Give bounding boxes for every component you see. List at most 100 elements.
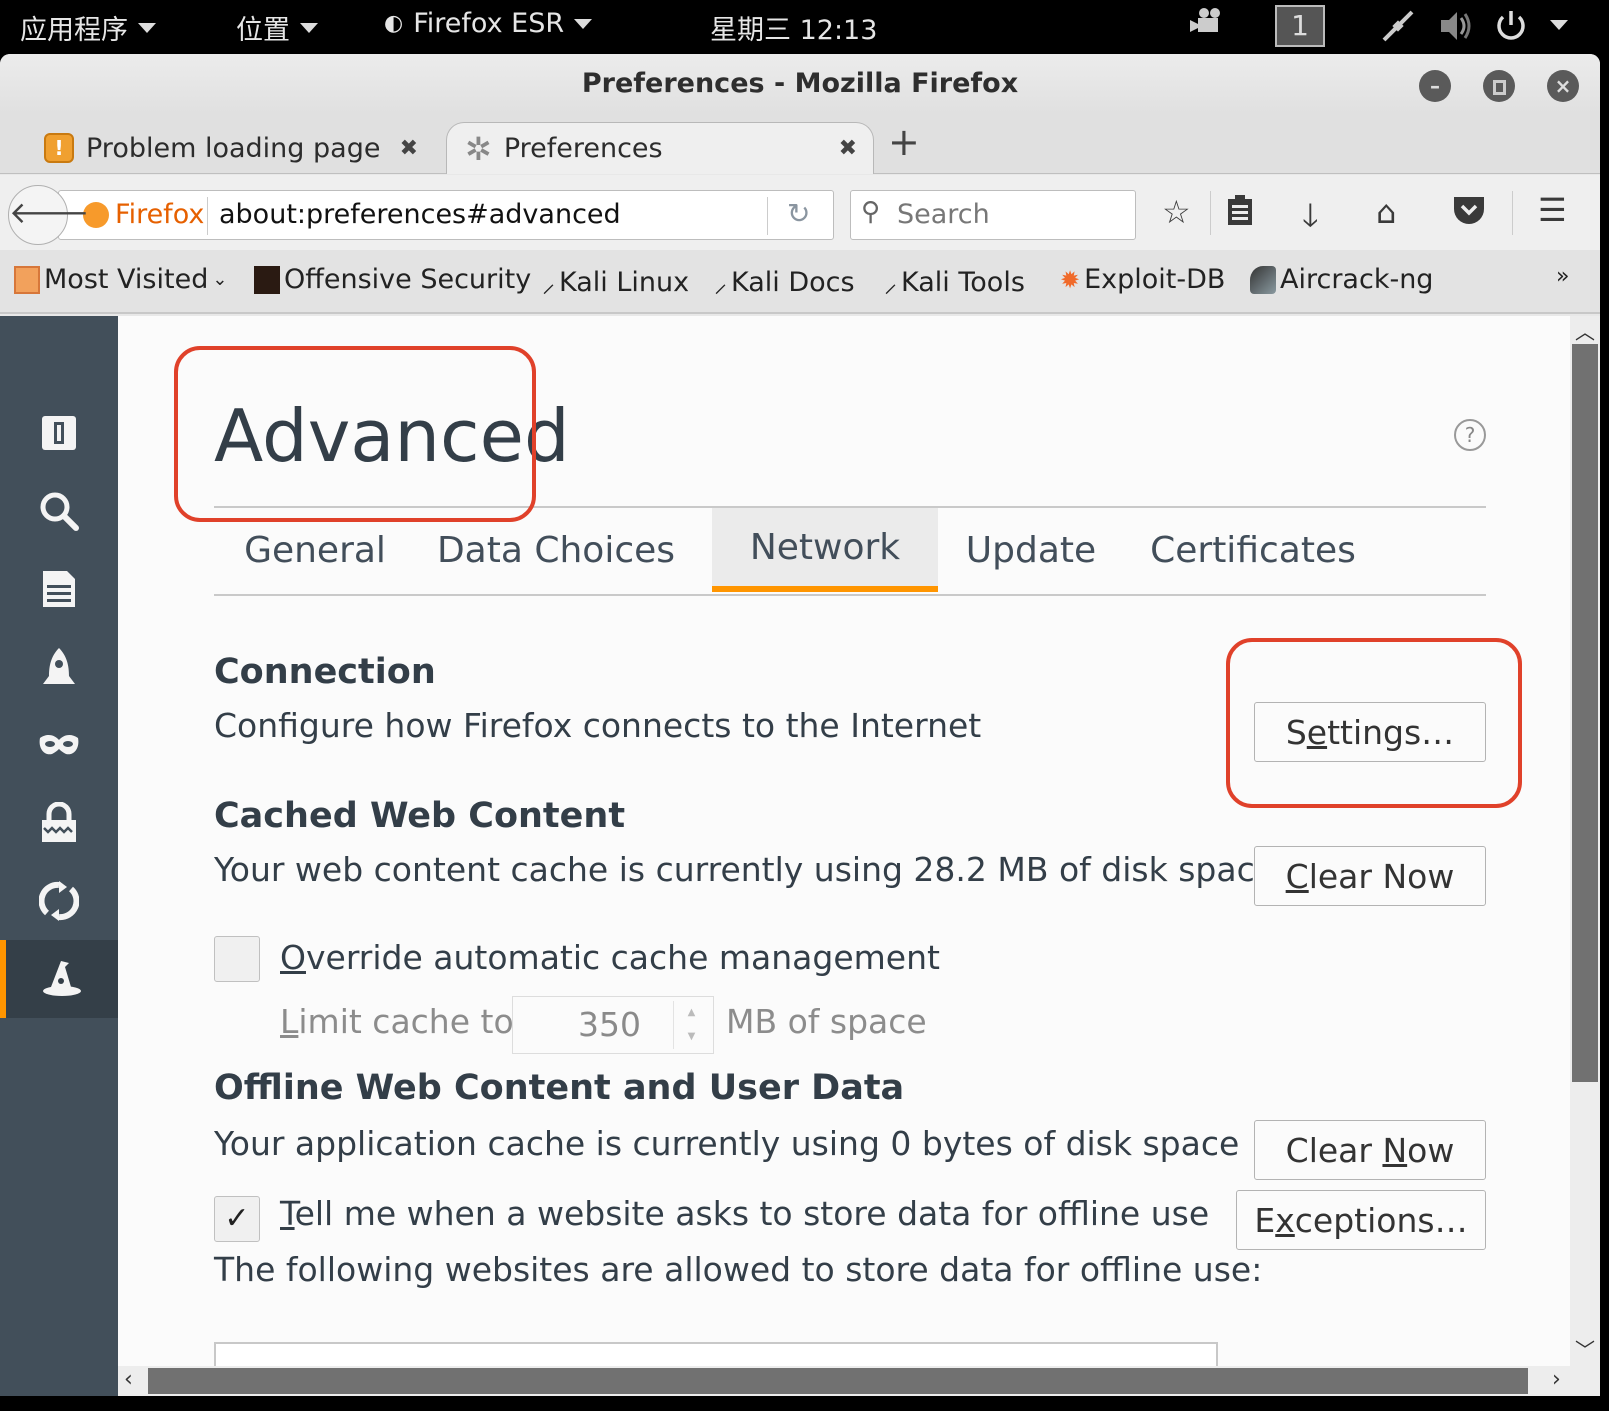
cache-size-spinner[interactable]: ▲ ▼ xyxy=(673,1001,709,1049)
subtab-network[interactable]: Network xyxy=(712,508,938,592)
document-icon xyxy=(43,571,75,607)
bookmark-label: Kali Tools xyxy=(901,266,1025,298)
workspace-indicator[interactable]: 1 xyxy=(1275,5,1325,47)
scroll-right-icon[interactable]: › xyxy=(1552,1366,1561,1394)
spin-up-icon[interactable]: ▲ xyxy=(674,1001,709,1025)
folder-icon xyxy=(14,265,40,294)
subtab-label: Network xyxy=(749,526,901,568)
scroll-left-icon[interactable]: ‹ xyxy=(124,1366,133,1394)
aircrack-icon xyxy=(1250,265,1276,294)
reload-icon[interactable]: ↻ xyxy=(787,197,810,230)
accesskey: T xyxy=(280,1194,295,1233)
bookmark-exploit-db[interactable]: ✹ Exploit-DB xyxy=(1060,264,1225,295)
offline-allowed-label: The following websites are allowed to st… xyxy=(214,1250,1263,1289)
pocket-icon[interactable] xyxy=(1452,195,1486,235)
window-title: Preferences - Mozilla Firefox xyxy=(581,68,1019,99)
maximize-icon xyxy=(1492,80,1506,95)
bookmark-aircrack-ng[interactable]: Aircrack-ng xyxy=(1250,264,1433,295)
sidebar-item-content[interactable] xyxy=(0,550,118,628)
vertical-scroll-thumb[interactable] xyxy=(1572,344,1598,1082)
subtab-label: Data Choices xyxy=(436,529,676,571)
offline-allowed-sites-list[interactable] xyxy=(214,1342,1218,1366)
hamburger-menu-icon[interactable]: ☰ xyxy=(1538,191,1567,229)
maximize-button[interactable] xyxy=(1483,70,1515,102)
sidebar-item-applications[interactable] xyxy=(0,628,118,706)
url-bar[interactable]: Firefox about:preferences#advanced ↻ xyxy=(58,190,834,240)
title-bar[interactable]: Preferences - Mozilla Firefox – × xyxy=(0,54,1600,114)
subtab-update[interactable]: Update xyxy=(946,508,1116,592)
firefox-icon: ◐ xyxy=(384,11,404,36)
bookmarks-overflow-button[interactable]: » xyxy=(1556,264,1569,289)
checkmark-icon: ✓ xyxy=(224,1201,250,1236)
bookmark-kali-linux[interactable]: ⸝ Kali Linux xyxy=(542,264,689,300)
offline-notify-label[interactable]: Tell me when a website asks to store dat… xyxy=(280,1194,1209,1233)
gear-icon: ✲ xyxy=(465,129,492,168)
horizontal-scroll-thumb[interactable] xyxy=(148,1368,1528,1394)
sidebar-item-sync[interactable] xyxy=(0,862,118,940)
video-camera-icon[interactable] xyxy=(1190,6,1224,36)
scroll-down-icon[interactable]: ﹀ xyxy=(1570,1334,1600,1363)
downloads-icon[interactable]: 🡓 xyxy=(1302,193,1319,247)
chevron-down-icon: ⌄ xyxy=(212,269,228,290)
horizontal-scrollbar[interactable]: ‹ › xyxy=(118,1366,1600,1396)
offline-notify-checkbox[interactable]: ✓ xyxy=(214,1196,260,1242)
close-tab-icon[interactable]: ✖ xyxy=(400,136,418,161)
scroll-up-icon[interactable]: ︿ xyxy=(1570,316,1600,345)
clock[interactable]: 星期三 12:13 xyxy=(710,8,877,47)
spin-down-icon[interactable]: ▼ xyxy=(674,1025,709,1049)
override-cache-checkbox[interactable] xyxy=(214,936,260,982)
bookmark-kali-tools[interactable]: ⸝ Kali Tools xyxy=(884,264,1025,300)
sidebar-item-security[interactable] xyxy=(0,784,118,862)
app-menu[interactable]: ◐ Firefox ESR xyxy=(384,8,593,39)
preferences-sidebar xyxy=(0,316,118,1411)
help-glyph: ? xyxy=(1464,423,1476,447)
reading-list-icon[interactable] xyxy=(1226,195,1254,235)
bookmark-label: Exploit-DB xyxy=(1084,264,1226,295)
vertical-scrollbar[interactable]: ︿ ﹀ xyxy=(1570,316,1600,1366)
clear-app-cache-button[interactable]: Clear Now xyxy=(1254,1120,1486,1180)
back-button[interactable]: 🡐 xyxy=(8,185,89,245)
firefox-window: Preferences - Mozilla Firefox – × ! Prob… xyxy=(0,54,1600,1411)
clear-cache-button[interactable]: Clear Now xyxy=(1254,846,1486,906)
url-input[interactable]: about:preferences#advanced xyxy=(219,199,621,230)
applications-menu[interactable]: 应用程序 xyxy=(20,8,156,47)
sync-icon xyxy=(39,881,79,921)
subtab-certificates[interactable]: Certificates xyxy=(1138,508,1368,592)
identity-box[interactable]: Firefox xyxy=(83,199,204,230)
warning-icon: ! xyxy=(44,133,74,163)
label-text: imit cache to xyxy=(298,1002,514,1041)
tab-problem-loading[interactable]: ! Problem loading page ✖ xyxy=(44,122,434,174)
minimize-button[interactable]: – xyxy=(1419,70,1451,102)
volume-icon[interactable] xyxy=(1437,8,1473,44)
override-cache-label[interactable]: Override automatic cache management xyxy=(280,938,940,977)
bookmark-offensive-security[interactable]: Offensive Security xyxy=(254,264,531,295)
bookmark-star-icon[interactable]: ☆ xyxy=(1162,193,1191,231)
tab-preferences[interactable]: ✲ Preferences ✖ xyxy=(446,122,874,174)
wizard-hat-icon xyxy=(43,961,81,996)
bookmarks-toolbar: Most Visited ⌄ Offensive Security ⸝ Kali… xyxy=(0,250,1600,314)
help-icon[interactable]: ? xyxy=(1454,419,1486,451)
bookmark-kali-docs[interactable]: ⸝ Kali Docs xyxy=(714,264,855,300)
close-window-button[interactable]: × xyxy=(1547,70,1579,102)
bookmark-most-visited[interactable]: Most Visited ⌄ xyxy=(14,264,227,295)
cache-size-input[interactable]: 350 ▲ ▼ xyxy=(512,996,714,1054)
search-input[interactable]: ⚲ Search xyxy=(850,190,1136,240)
network-wired-icon[interactable] xyxy=(1380,8,1416,44)
places-menu[interactable]: 位置 xyxy=(236,8,318,47)
system-menu-chevron-icon[interactable] xyxy=(1550,20,1568,30)
sidebar-item-advanced[interactable] xyxy=(0,940,118,1018)
power-icon[interactable] xyxy=(1494,8,1528,44)
offline-exceptions-button[interactable]: Ex ceptions… xyxy=(1236,1190,1486,1250)
new-tab-button[interactable]: + xyxy=(888,120,920,164)
label-text: verride automatic cache management xyxy=(305,938,940,977)
home-icon[interactable]: ⌂ xyxy=(1376,193,1396,231)
close-tab-icon[interactable]: ✖ xyxy=(839,136,857,161)
search-placeholder: Search xyxy=(897,199,990,230)
chevron-down-icon xyxy=(138,22,156,33)
sidebar-item-privacy[interactable] xyxy=(0,706,118,784)
accesskey: N xyxy=(1382,1130,1408,1170)
sidebar-item-general[interactable] xyxy=(0,394,118,472)
sidebar-item-search[interactable] xyxy=(0,472,118,550)
cache-size-value: 350 xyxy=(578,1005,641,1044)
url-divider xyxy=(207,197,208,235)
